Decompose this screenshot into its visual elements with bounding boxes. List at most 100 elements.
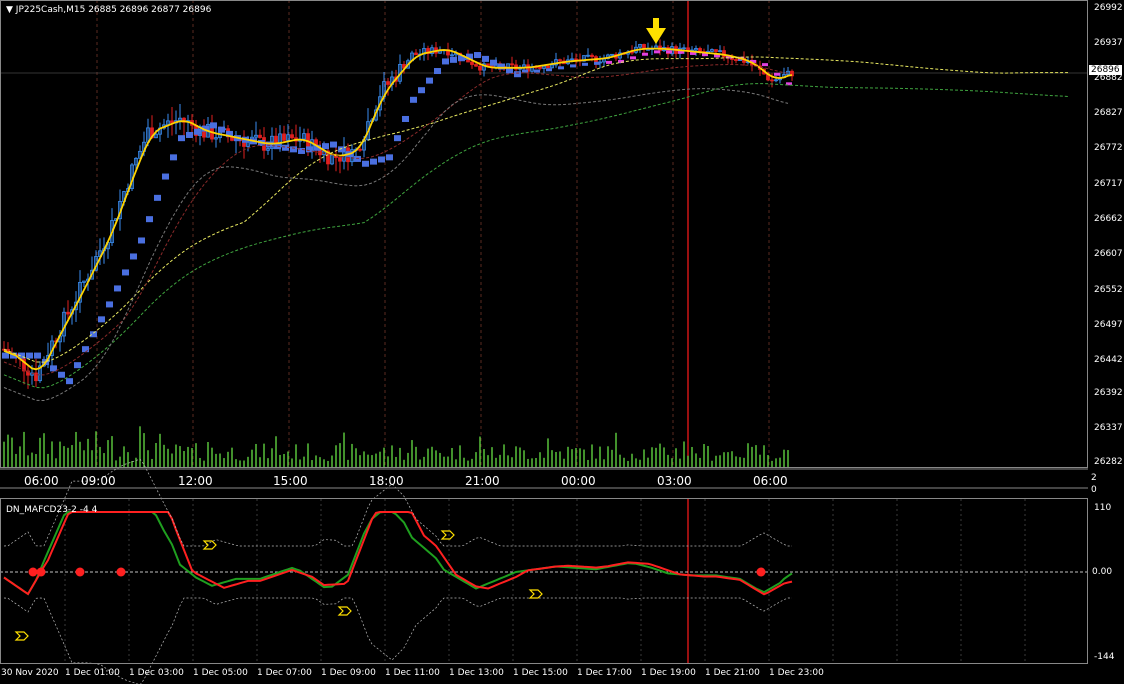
- candle-body: [386, 81, 390, 85]
- volume-axis-min: 0: [1091, 485, 1097, 495]
- ohlc-values: 26885 26896 26877 26896: [88, 5, 212, 15]
- price-tick: 26337: [1094, 423, 1123, 433]
- step-ma-block: [410, 96, 417, 103]
- volume-axis-max: 2: [1091, 473, 1097, 483]
- price-tick: 26497: [1094, 320, 1123, 330]
- date-tick: 1 Dec 11:00: [385, 668, 440, 678]
- date-tick: 30 Nov 2020: [1, 668, 59, 678]
- step-ma-block: [218, 126, 225, 133]
- price-tick: 26282: [1094, 457, 1123, 467]
- step-ma-block: [490, 59, 497, 66]
- price-tick: 26882: [1094, 73, 1123, 83]
- step-ma-block: [74, 362, 81, 369]
- time-tick: 09:00: [81, 474, 116, 488]
- indicator-axis-max: 110: [1094, 503, 1112, 513]
- step-ma-block: [58, 371, 65, 378]
- step-ma-block: [26, 352, 33, 359]
- signal-arrow-icon: [528, 589, 543, 599]
- price-tick: 26827: [1094, 108, 1123, 118]
- date-tick: 1 Dec 03:00: [129, 668, 184, 678]
- grid-lines: [0, 0, 1088, 663]
- step-ma-block: [130, 253, 137, 260]
- time-tick: 06:00: [753, 474, 788, 488]
- indicator-axis-zero: 0.00: [1092, 567, 1113, 577]
- date-tick: 1 Dec 15:00: [513, 668, 568, 678]
- indicator-axis-min: -144: [1094, 652, 1115, 662]
- time-tick: 15:00: [273, 474, 308, 488]
- volume-bars: [3, 426, 789, 467]
- step-ma-block: [162, 173, 169, 180]
- price-tick: 26937: [1094, 38, 1123, 48]
- step-ma-block: [66, 378, 73, 385]
- down-arrow-head: [646, 28, 666, 44]
- signal-arrow-shape: [202, 540, 217, 550]
- step-ma-block: [370, 158, 377, 165]
- step-ma-block: [534, 69, 540, 73]
- step-ma-block: [362, 160, 369, 167]
- candle-body: [338, 157, 342, 162]
- step-ma-block: [594, 61, 600, 65]
- price-tick: 26717: [1094, 179, 1123, 189]
- step-ma-block: [606, 60, 612, 64]
- step-ma-block: [450, 56, 457, 63]
- candle-body: [546, 65, 550, 69]
- date-tick: 1 Dec 07:00: [257, 668, 312, 678]
- signal-arrow-shape: [440, 530, 455, 540]
- candle-body: [290, 134, 294, 139]
- step-ma-block: [642, 52, 648, 56]
- signal-dot: [756, 567, 766, 577]
- dashed-ma-yellow: [3, 56, 1068, 363]
- indicator-name: DN_MAFCD23-2 -4 4: [6, 505, 98, 515]
- candle-body: [34, 372, 38, 382]
- date-tick: 1 Dec 09:00: [321, 668, 376, 678]
- candle-body: [558, 59, 562, 62]
- signal-arrow-icon: [440, 530, 455, 540]
- signal-dot: [116, 567, 126, 577]
- candlesticks: [2, 39, 794, 389]
- step-ma-block: [522, 69, 528, 73]
- step-ma-block: [290, 146, 297, 153]
- step-ma-block: [194, 128, 201, 135]
- step-ma-block: [322, 143, 329, 150]
- signal-arrow-shape: [14, 631, 29, 641]
- step-ma-block: [154, 194, 161, 201]
- candle-body: [478, 65, 482, 71]
- oscillator-green-line: [3, 511, 793, 596]
- symbol-label: JP225Cash,M15: [15, 5, 86, 15]
- time-tick: 12:00: [178, 474, 213, 488]
- oscillator-upper-band: [3, 458, 792, 547]
- step-ma-block: [654, 50, 660, 54]
- candle-body: [470, 61, 474, 65]
- signal-arrow-shape: [528, 589, 543, 599]
- candle-body: [258, 134, 262, 138]
- step-ma-block: [330, 141, 337, 148]
- dashed-ma-red: [3, 63, 789, 376]
- step-ma-block: [210, 122, 217, 129]
- time-tick: 00:00: [561, 474, 596, 488]
- step-ma-block: [114, 285, 121, 292]
- step-ma-block: [434, 68, 441, 75]
- price-tick: 26442: [1094, 355, 1123, 365]
- indicator-overlays: [2, 18, 1069, 402]
- step-ma-block: [582, 62, 588, 66]
- step-ma-block: [418, 87, 425, 94]
- time-tick: 18:00: [369, 474, 404, 488]
- price-tick: 26772: [1094, 143, 1123, 153]
- step-ma-block: [386, 154, 393, 161]
- step-ma-block: [666, 50, 672, 54]
- date-tick: 1 Dec 01:00: [65, 668, 120, 678]
- signal-arrow-icon: [337, 606, 352, 616]
- step-ma-block: [98, 316, 105, 323]
- step-ma-block: [394, 135, 401, 142]
- price-tick: 26662: [1094, 214, 1123, 224]
- date-tick: 1 Dec 23:00: [769, 668, 824, 678]
- step-ma-block: [442, 58, 449, 65]
- price-tick: 26992: [1094, 3, 1123, 13]
- oscillator-red-line: [3, 511, 793, 596]
- chart-canvas[interactable]: [0, 0, 1124, 684]
- step-ma-block: [426, 77, 433, 84]
- step-ma-block: [378, 156, 385, 163]
- step-ma-block: [514, 71, 521, 78]
- signal-dot: [36, 567, 46, 577]
- date-tick: 1 Dec 21:00: [705, 668, 760, 678]
